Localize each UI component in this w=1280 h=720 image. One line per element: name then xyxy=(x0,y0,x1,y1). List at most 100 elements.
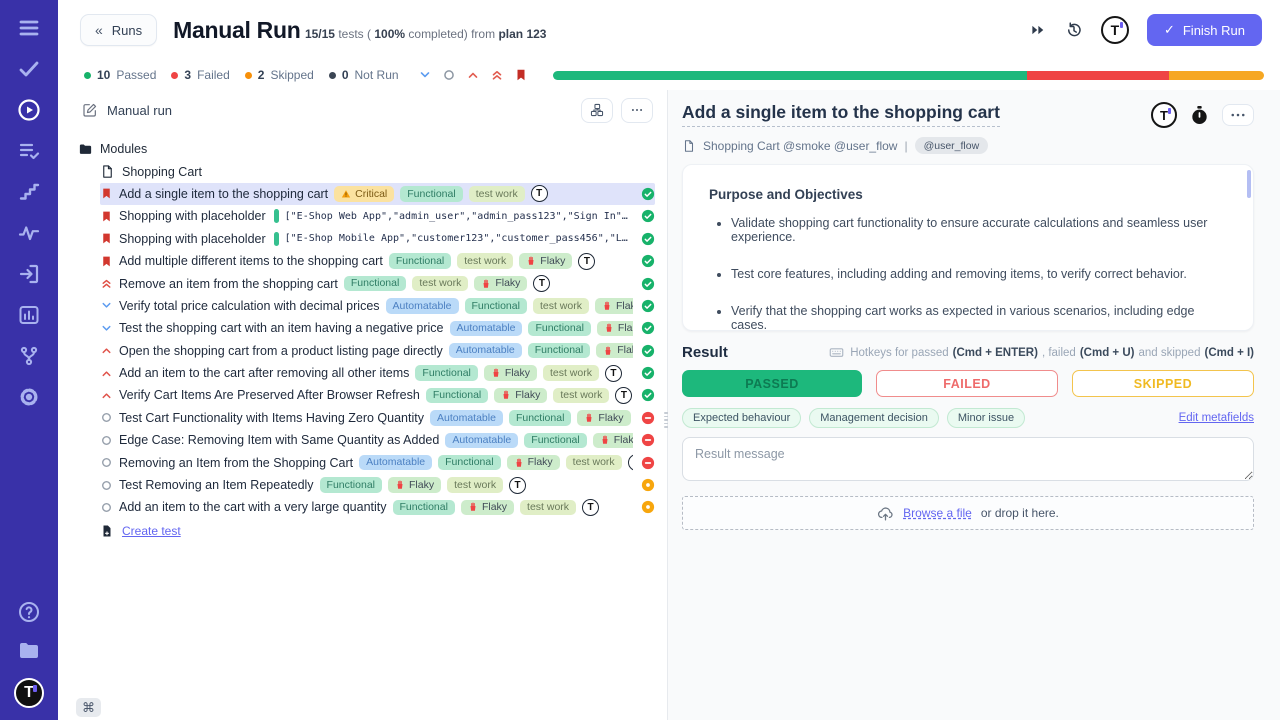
more-options-button[interactable] xyxy=(621,98,653,123)
badge-critical: Critical xyxy=(334,186,394,202)
suite-row-shopping-cart[interactable]: Shopping Cart xyxy=(100,160,655,182)
test-row[interactable]: Add a single item to the shopping cartCr… xyxy=(100,183,655,205)
file-plus-icon xyxy=(100,524,114,538)
test-row[interactable]: Shopping with placeholder ["E-Shop Mobile… xyxy=(100,228,655,250)
menu-icon[interactable] xyxy=(17,16,41,40)
check-icon[interactable] xyxy=(17,57,41,81)
badge-testwork: test work xyxy=(457,253,513,269)
priority-chevron-up-icon xyxy=(100,367,113,380)
retry-timer-icon[interactable] xyxy=(1065,21,1083,39)
test-row[interactable]: Test Cart Functionality with Items Havin… xyxy=(100,407,655,429)
bar-chart-icon[interactable] xyxy=(17,303,41,327)
test-row[interactable]: Add an item to the cart after removing a… xyxy=(100,362,655,384)
badge-functional: Functional xyxy=(528,343,590,359)
filter-bookmark-icon[interactable] xyxy=(514,68,528,82)
test-row[interactable]: Verify total price calculation with deci… xyxy=(100,295,655,317)
command-shortcut-button[interactable]: ⌘ xyxy=(76,698,101,717)
test-title: Test the shopping cart with an item havi… xyxy=(119,321,444,335)
test-list-panel: Manual run Modules Shopping Cart Add a s… xyxy=(58,90,668,720)
assignee-avatar: T xyxy=(533,275,550,292)
app-logo[interactable]: T xyxy=(14,678,44,708)
priority-circle-o-icon xyxy=(100,434,113,447)
test-title: Shopping with placeholder xyxy=(119,232,266,246)
test-row[interactable]: Add an item to the cart with a very larg… xyxy=(100,496,655,518)
assignee-avatar: T xyxy=(582,499,599,516)
git-branch-icon[interactable] xyxy=(17,344,41,368)
keyboard-icon xyxy=(829,345,844,360)
folder-icon[interactable] xyxy=(17,639,41,663)
passed-button[interactable]: PASSED xyxy=(682,370,862,397)
priority-bookmark-icon xyxy=(100,232,113,245)
test-row[interactable]: Test Removing an Item RepeatedlyFunction… xyxy=(100,474,655,496)
fries-icon xyxy=(602,301,612,311)
badge-testwork: test work xyxy=(553,388,609,404)
test-row[interactable]: Verify Cart Items Are Preserved After Br… xyxy=(100,384,655,406)
failed-button[interactable]: FAILED xyxy=(876,370,1058,397)
progress-skipped xyxy=(1169,71,1264,80)
check-icon: ✓ xyxy=(1164,22,1175,38)
fries-icon xyxy=(514,458,524,468)
assignee-avatar[interactable]: T xyxy=(1151,102,1177,128)
fries-icon xyxy=(501,390,511,400)
test-row[interactable]: Remove an item from the shopping cartFun… xyxy=(100,272,655,294)
stat-failed: 3 Failed xyxy=(171,68,229,82)
stat-skipped: 2 Skipped xyxy=(245,68,314,82)
test-row[interactable]: Shopping with placeholder["E-Shop Web Ap… xyxy=(100,205,655,227)
fries-icon xyxy=(526,256,536,266)
example-data: ["E-Shop Mobile App","customer123","cust… xyxy=(285,233,633,244)
test-row[interactable]: Open the shopping cart from a product li… xyxy=(100,340,655,362)
fast-forward-icon[interactable] xyxy=(1029,21,1047,39)
browse-file-link[interactable]: Browse a file xyxy=(903,506,972,520)
metafield-pill[interactable]: Management decision xyxy=(809,408,939,428)
test-title[interactable]: Add a single item to the shopping cart xyxy=(682,102,1000,127)
assignee-avatar: T xyxy=(578,253,595,270)
badge-flaky: Flaky xyxy=(388,477,441,493)
filter-chevron-up-icon[interactable] xyxy=(466,68,480,82)
test-row[interactable]: Removing an Item from the Shopping CartA… xyxy=(100,451,655,473)
skipped-button[interactable]: SKIPPED xyxy=(1072,370,1254,397)
priority-bookmark-icon xyxy=(100,210,113,223)
assignee-avatar: T xyxy=(605,365,622,382)
tag-badge[interactable]: @user_flow xyxy=(915,137,989,154)
finish-run-button[interactable]: ✓ Finish Run xyxy=(1147,14,1262,46)
metafield-pill[interactable]: Expected behaviour xyxy=(682,408,801,428)
create-test-link[interactable]: Create test xyxy=(122,524,181,538)
badge-automatable: Automatable xyxy=(359,455,432,471)
badge-functional: Functional xyxy=(400,186,462,202)
badge-flaky: Flaky xyxy=(596,343,633,359)
priority-chevron-down-icon xyxy=(100,299,113,312)
settings-icon[interactable] xyxy=(17,385,41,409)
priority-chevron-up-icon xyxy=(100,389,113,402)
metafield-pill[interactable]: Minor issue xyxy=(947,408,1025,428)
test-row[interactable]: Add multiple different items to the shop… xyxy=(100,250,655,272)
file-drop-area[interactable]: Browse a file or drop it here. xyxy=(682,496,1254,530)
result-message-input[interactable] xyxy=(682,437,1254,481)
badge-flaky: Flaky xyxy=(461,500,514,516)
modules-folder-row[interactable]: Modules xyxy=(78,138,655,160)
filter-chevrons-up-icon[interactable] xyxy=(490,68,504,82)
activity-icon[interactable] xyxy=(17,221,41,245)
back-to-runs-button[interactable]: « Runs xyxy=(80,14,157,46)
more-options-button[interactable] xyxy=(1222,104,1254,126)
suite-tree-button[interactable] xyxy=(581,98,613,123)
play-circle-icon[interactable] xyxy=(17,98,41,122)
test-title: Verify total price calculation with deci… xyxy=(119,299,380,313)
scrollbar-thumb[interactable] xyxy=(1247,170,1251,198)
edit-metafields-link[interactable]: Edit metafields xyxy=(1179,412,1254,424)
test-row[interactable]: Test the shopping cart with an item havi… xyxy=(100,317,655,339)
status-skipped-icon xyxy=(641,500,655,514)
filter-circle-o-icon[interactable] xyxy=(442,68,456,82)
login-icon[interactable] xyxy=(17,262,41,286)
list-check-icon[interactable] xyxy=(17,139,41,163)
steps-icon[interactable] xyxy=(17,180,41,204)
help-icon[interactable] xyxy=(17,600,41,624)
badge-testwork: test work xyxy=(447,477,503,493)
user-avatar[interactable]: T xyxy=(1101,16,1129,44)
priority-chevron-up-icon xyxy=(100,344,113,357)
assignee-avatar: T xyxy=(509,477,526,494)
edit-icon[interactable] xyxy=(82,102,98,118)
test-title: Add an item to the cart with a very larg… xyxy=(119,500,387,514)
stopwatch-icon[interactable] xyxy=(1189,105,1210,126)
test-row[interactable]: Edge Case: Removing Item with Same Quant… xyxy=(100,429,655,451)
filter-chevron-down-icon[interactable] xyxy=(418,68,432,82)
